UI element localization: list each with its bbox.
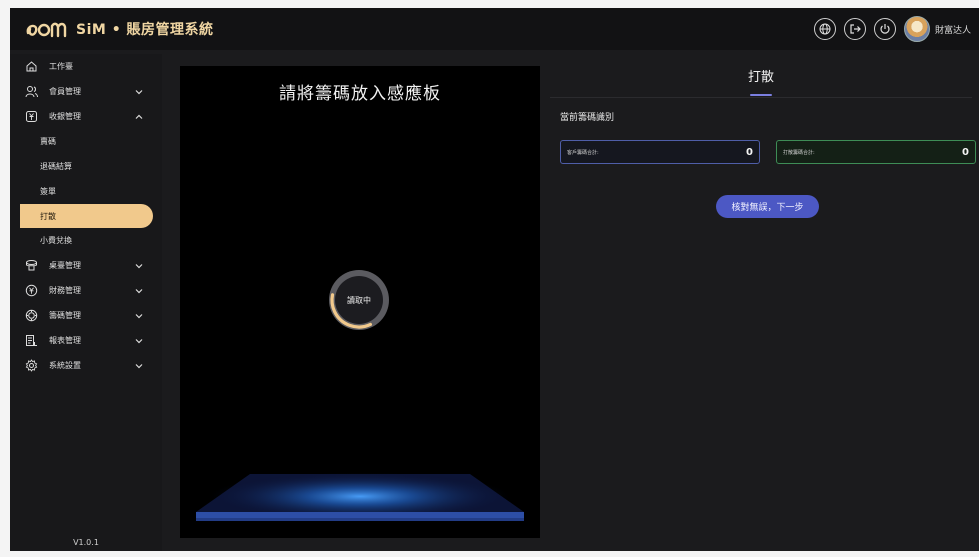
reading-status: 讀取中 (347, 295, 371, 305)
members-icon (23, 84, 39, 100)
sidebar-subitem-tip-exchange[interactable]: 小費兌換 (10, 228, 162, 253)
tab-active-indicator (750, 94, 772, 96)
logout-button[interactable] (843, 18, 866, 40)
scatter-chip-total-value: 0 (962, 146, 969, 158)
sidebar-item-label: 系統設置 (49, 361, 81, 370)
scatter-panel: 打散 當前籌碼識別 客戶籌碼合計: 0 打散籌碼合計: 0 核對無誤，下一步 (550, 66, 976, 538)
sidebar-item-cashier[interactable]: 收銀管理 (10, 104, 162, 129)
confirm-next-button[interactable]: 核對無誤，下一步 (716, 195, 819, 218)
sidebar-item-tables[interactable]: 桌臺管理 (10, 253, 162, 278)
table-icon (23, 258, 39, 274)
section-title: 當前籌碼識別 (560, 113, 615, 123)
sidebar-subitem-sell-chips[interactable]: 賣碼 (10, 129, 162, 154)
sidebar-item-label: 工作臺 (49, 62, 73, 71)
sidebar-item-label: 會員管理 (49, 87, 81, 96)
client-chip-total-field: 客戶籌碼合計: 0 (560, 140, 760, 164)
client-chip-total-value: 0 (746, 146, 753, 158)
power-button[interactable] (873, 18, 896, 40)
chevron-down-icon (135, 89, 143, 94)
sidebar-subitem-sign-bill[interactable]: 簽單 (10, 179, 162, 204)
sidebar-item-reports[interactable]: 報表管理 (10, 328, 162, 353)
username[interactable]: 財富达人 (935, 23, 971, 36)
power-icon (880, 24, 890, 34)
chip-reader-panel: 請將籌碼放入感應板 讀取中 (180, 66, 540, 538)
logo-mark-icon (26, 22, 67, 38)
scatter-chip-total-field: 打散籌碼合計: 0 (776, 140, 976, 164)
sidebar-item-finance[interactable]: 財務管理 (10, 278, 162, 303)
finance-icon (23, 283, 39, 299)
sidebar-item-members[interactable]: 會員管理 (10, 79, 162, 104)
chevron-up-icon (135, 114, 143, 119)
sidebar-item-label: 桌臺管理 (49, 261, 81, 270)
chevron-down-icon (135, 313, 143, 318)
sidebar: 工作臺 會員管理 收銀管理 賣碼 退碼結算 簽單 打散 小費兌換 桌臺管理 財務… (10, 54, 162, 551)
sidebar-item-label: 報表管理 (49, 336, 81, 345)
sidebar-subitem-return-settle[interactable]: 退碼結算 (10, 154, 162, 179)
report-icon (23, 333, 39, 349)
sidebar-subitem-scatter[interactable]: 打散 (20, 204, 153, 228)
chevron-down-icon (135, 288, 143, 293)
version-label: V1.0.1 (73, 538, 99, 547)
top-right-actions: 財富达人 (806, 8, 971, 50)
sidebar-item-label: 財務管理 (49, 286, 81, 295)
language-button[interactable] (813, 18, 836, 40)
cashier-icon (23, 109, 39, 125)
sensor-pad (196, 470, 524, 521)
logo: SiM • 賬房管理系統 (24, 17, 214, 41)
brand-title: SiM • 賬房管理系統 (76, 22, 214, 38)
sidebar-item-settings[interactable]: 系統設置 (10, 353, 162, 378)
sidebar-item-chips[interactable]: 籌碼管理 (10, 303, 162, 328)
settings-icon (23, 358, 39, 374)
exit-icon (850, 24, 861, 34)
app-window: SiM • 賬房管理系統 財富达人 工作臺 會員管理 收銀管理 賣碼 退碼結算 … (10, 8, 979, 551)
client-chip-total-label: 客戶籌碼合計: (567, 149, 599, 156)
top-bar: SiM • 賬房管理系統 財富达人 (10, 8, 979, 50)
tab-scatter[interactable]: 打散 (550, 66, 972, 94)
chevron-down-icon (135, 263, 143, 268)
chevron-down-icon (135, 363, 143, 368)
avatar[interactable] (903, 16, 930, 42)
scatter-chip-total-label: 打散籌碼合計: (783, 149, 815, 156)
reader-instruction: 請將籌碼放入感應板 (279, 84, 441, 104)
sidebar-item-label: 收銀管理 (49, 112, 81, 121)
tab-divider (550, 97, 972, 98)
globe-icon (819, 23, 831, 35)
sidebar-item-dashboard[interactable]: 工作臺 (10, 54, 162, 79)
chevron-down-icon (135, 338, 143, 343)
chip-icon (23, 308, 39, 324)
home-icon (23, 59, 39, 75)
sidebar-item-label: 籌碼管理 (49, 311, 81, 320)
